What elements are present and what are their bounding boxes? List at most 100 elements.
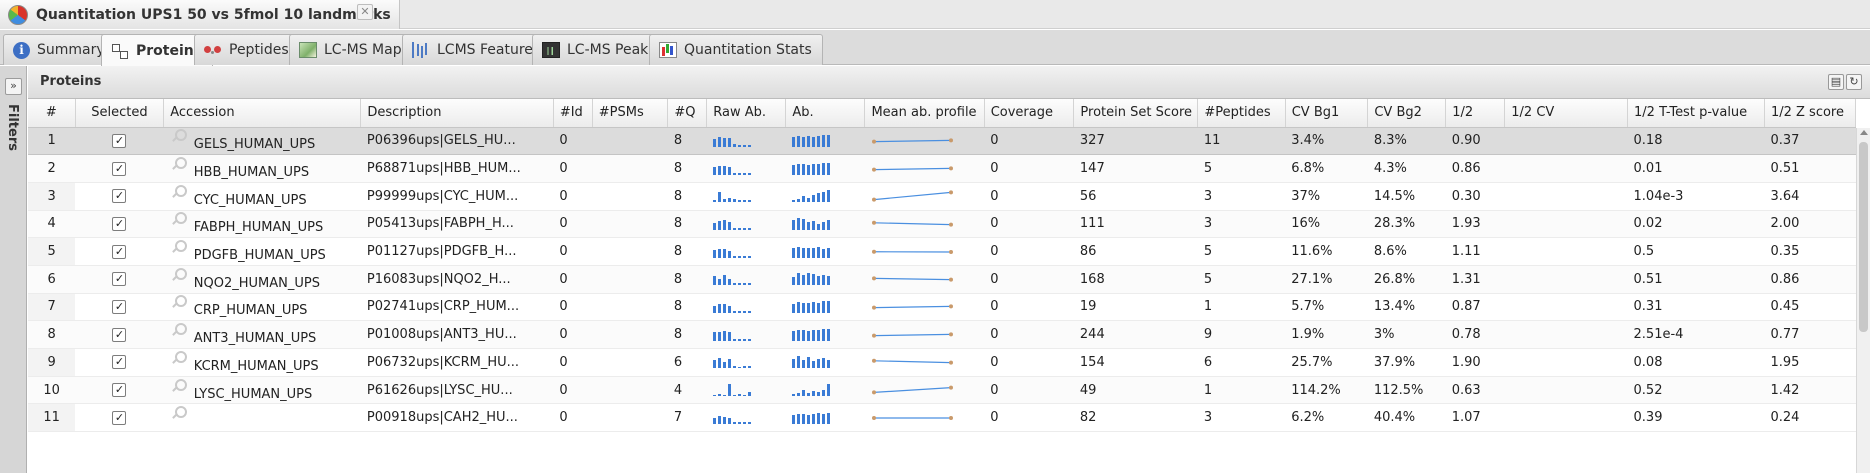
score-cell: 111 (1073, 210, 1198, 239)
table-row[interactable]: 9 ✓ KCRM_HUMAN_UPS P06732ups|KCRM_HU... 0 6 0 1… (28, 348, 1856, 377)
tab-lcms-features[interactable]: LCMS Features (402, 34, 552, 65)
col-selected-header[interactable]: Selected (75, 99, 165, 128)
selected-checkbox[interactable]: ✓ (112, 410, 127, 425)
ab-sparkline (791, 246, 830, 258)
selected-checkbox[interactable]: ✓ (112, 244, 127, 259)
selected-checkbox[interactable]: ✓ (112, 272, 127, 287)
profile-point (871, 305, 876, 310)
selected-checkbox[interactable]: ✓ (112, 189, 127, 204)
col-ratio-header[interactable]: 1/2 (1445, 99, 1506, 128)
ab-sparkline-bar (816, 135, 820, 147)
id-cell: 0 (553, 237, 593, 266)
col-cv-bg1-header[interactable]: CV Bg1 (1285, 99, 1369, 128)
scroll-thumb[interactable] (1859, 142, 1868, 332)
search-icon[interactable] (170, 378, 187, 395)
search-icon[interactable] (170, 212, 187, 228)
table-row[interactable]: 10 ✓ LYSC_HUMAN_UPS P61626ups|LYSC_HU... 0 4 0… (28, 376, 1856, 405)
raw-ab-sparkline (712, 136, 751, 147)
profile-point (871, 167, 876, 172)
col-q-header[interactable]: #Q (667, 99, 708, 128)
table-row[interactable]: 1 ✓ GELS_HUMAN_UPS P06396ups|GELS_HU... 0 8 0 3… (28, 127, 1856, 156)
search-icon[interactable] (170, 129, 187, 145)
raw-ab-sparkline-bar (742, 366, 746, 369)
scroll-up-icon[interactable] (1860, 130, 1868, 135)
col-psms-header[interactable]: #PSMs (592, 99, 669, 128)
col-ttest-header[interactable]: 1/2 T-Test p-value (1627, 99, 1765, 128)
columns-icon[interactable]: ▤ (1828, 74, 1844, 90)
table-row[interactable]: 3 ✓ CYC_HUMAN_UPS P99999ups|CYC_HUM... 0 8 0 56… (28, 182, 1856, 211)
search-icon[interactable] (170, 157, 187, 173)
tab-lcms-peaks[interactable]: LC-MS Peaks (532, 34, 667, 65)
selected-checkbox[interactable]: ✓ (112, 355, 127, 370)
selected-checkbox[interactable]: ✓ (112, 299, 127, 314)
tab-lcms-maps[interactable]: LC-MS Maps (289, 34, 420, 65)
table-row[interactable]: 5 ✓ PDGFB_HUMAN_UPS P01127ups|PDGFB_H... 0 8 0… (28, 237, 1856, 266)
col-peptides-header[interactable]: #Peptides (1197, 99, 1286, 128)
search-icon[interactable] (170, 295, 187, 311)
accession-wrap: CRP_HUMAN_UPS (170, 295, 355, 318)
table-row[interactable]: 8 ✓ ANT3_HUMAN_UPS P01008ups|ANT3_HU... 0 8 0 2… (28, 320, 1856, 349)
tab-quantitation-stats[interactable]: Quantitation Stats (649, 34, 823, 65)
filters-label[interactable]: Filters (5, 104, 20, 151)
table-row[interactable]: 2 ✓ HBB_HUMAN_UPS P68871ups|HBB_HUM... 0 8 0 14… (28, 154, 1856, 183)
col-id-header[interactable]: #Id (553, 99, 593, 128)
selected-checkbox[interactable]: ✓ (112, 383, 127, 398)
score-cell: 154 (1073, 348, 1198, 377)
raw-ab-sparkline (712, 248, 751, 258)
selected-checkbox[interactable]: ✓ (112, 327, 127, 342)
search-icon[interactable] (170, 267, 187, 284)
ab-sparkline-bar (801, 163, 805, 175)
search-icon[interactable] (170, 406, 187, 422)
expand-icon[interactable]: » (5, 78, 22, 95)
ratio-cv-cell (1504, 182, 1628, 211)
tab-peptides[interactable]: Peptides (194, 34, 300, 65)
col-ab-header[interactable]: Ab. (785, 99, 866, 128)
search-icon[interactable] (170, 240, 187, 256)
refresh-icon[interactable]: ↻ (1846, 74, 1862, 90)
raw-ab-sparkline-bar (737, 144, 741, 147)
row-number: 11 (28, 403, 76, 433)
col-ratio-cv-header[interactable]: 1/2 CV (1504, 99, 1629, 128)
close-icon[interactable]: ✕ (357, 4, 373, 20)
search-icon[interactable] (170, 184, 187, 201)
description-cell: P61626ups|LYSC_HU... (360, 376, 554, 405)
col-description-header[interactable]: Description (360, 99, 554, 128)
selected-checkbox[interactable]: ✓ (112, 161, 127, 176)
col-coverage-header[interactable]: Coverage (984, 99, 1075, 128)
id-cell: 0 (553, 127, 593, 156)
ab-sparkline-bar (806, 247, 810, 258)
col-accession-header[interactable]: Accession (163, 99, 362, 128)
col-raw-ab-header[interactable]: Raw Ab. (706, 99, 787, 128)
raw-ab-cell (706, 210, 786, 239)
search-icon[interactable] (170, 323, 187, 339)
vertical-scrollbar[interactable] (1856, 128, 1870, 473)
mean-profile-sparkline (871, 276, 953, 282)
description-cell: P99999ups|CYC_HUM... (360, 182, 554, 211)
selected-checkbox[interactable]: ✓ (112, 216, 127, 231)
col-zscore-header[interactable]: 1/2 Z score (1764, 99, 1857, 128)
col-num-header[interactable]: # (28, 99, 76, 128)
profile-point (948, 165, 953, 170)
ab-sparkline-bar (791, 136, 795, 147)
ab-sparkline (791, 412, 830, 424)
table-row[interactable]: 11 ✓ P00918ups|CAH2_HU... 0 7 0 82 3 6.2% 40.4% 1.… (28, 403, 1856, 433)
window-tab[interactable]: Quantitation UPS1 50 vs 5fmol 10 landmar… (0, 0, 400, 29)
tab-summary[interactable]: i Summary (3, 34, 116, 65)
accession-cell (163, 403, 361, 433)
profile-point (948, 190, 953, 195)
col-score-header[interactable]: Protein Set Score (1073, 99, 1199, 128)
profile-point (871, 333, 876, 338)
col-mean-profile-header[interactable]: Mean ab. profile (864, 99, 985, 128)
raw-ab-sparkline-bar (712, 166, 716, 175)
ab-sparkline-bar (796, 413, 800, 424)
raw-ab-sparkline (712, 165, 751, 175)
table-row[interactable]: 7 ✓ CRP_HUMAN_UPS P02741ups|CRP_HUM... 0 8 0 19… (28, 293, 1856, 322)
table-row[interactable]: 6 ✓ NQO2_HUMAN_UPS P16083ups|NQO2_H... 0 8 0 16… (28, 265, 1856, 294)
ab-sparkline-bar (791, 359, 795, 369)
col-cv-bg2-header[interactable]: CV Bg2 (1367, 99, 1447, 128)
table-row[interactable]: 4 ✓ FABPH_HUMAN_UPS P05413ups|FABPH_H... 0 8 0… (28, 210, 1856, 239)
search-icon[interactable] (170, 350, 187, 367)
selected-checkbox[interactable]: ✓ (112, 133, 127, 148)
mean-profile-sparkline (871, 415, 953, 420)
peptides-cell: 5 (1197, 237, 1286, 266)
